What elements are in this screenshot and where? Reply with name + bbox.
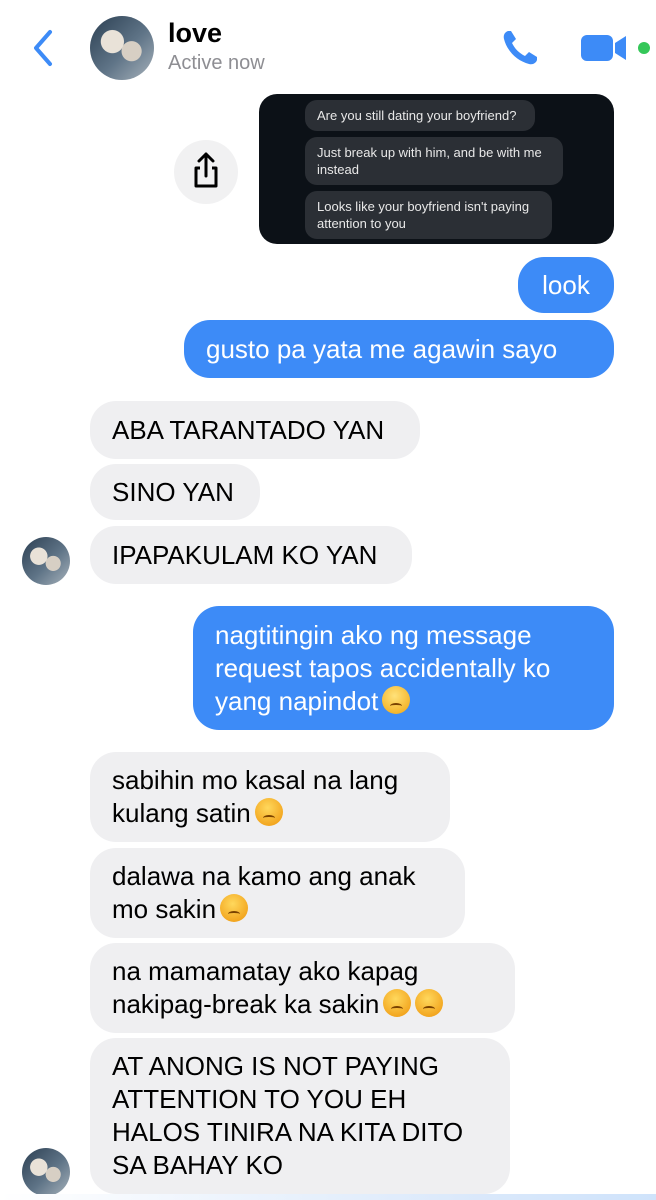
- message-bubble-outgoing[interactable]: nagtitingin ako ng message request tapos…: [193, 606, 614, 730]
- message-text-line: ATTENTION TO YOU EH: [112, 1084, 407, 1114]
- message-text-line: request tapos accidentally ko: [215, 652, 551, 683]
- message-text-line: mo sakin: [112, 893, 443, 926]
- message-bubble-incoming[interactable]: na mamamatay ako kapag nakipag-break ka …: [90, 943, 515, 1033]
- message-bubble-incoming[interactable]: AT ANONG IS NOT PAYING ATTENTION TO YOU …: [90, 1038, 510, 1194]
- message-text-line: dalawa na kamo ang anak: [112, 861, 416, 891]
- message-text: ABA TARANTADO YAN: [112, 414, 385, 445]
- message-text-line: nakipag-break ka sakin: [112, 988, 493, 1021]
- message-text-line: yang napindot: [215, 685, 592, 718]
- share-icon: [194, 152, 218, 188]
- angry-face-icon: [220, 894, 249, 922]
- online-indicator: [638, 42, 650, 54]
- disappointed-face-icon: [382, 685, 411, 714]
- back-button[interactable]: [28, 28, 58, 68]
- call-button[interactable]: [498, 26, 542, 70]
- message-bubble-incoming[interactable]: sabihin mo kasal na lang kulang satin: [90, 752, 450, 842]
- message-text-line: SA BAHAY KO: [112, 1150, 284, 1180]
- message-text-line: AT ANONG IS NOT PAYING: [112, 1051, 439, 1081]
- message-text-line: na mamamatay ako kapag: [112, 956, 419, 986]
- angry-face-icon: [254, 798, 283, 826]
- message-text: IPAPAKULAM KO YAN: [112, 539, 378, 570]
- message-text: SINO YAN: [112, 476, 234, 507]
- message-text-line: kulang satin: [112, 797, 428, 830]
- contact-avatar-small[interactable]: [22, 1148, 70, 1196]
- screenshot-message: Just break up with him, and be with me i…: [305, 137, 563, 185]
- share-button[interactable]: [174, 140, 238, 204]
- message-bubble-incoming[interactable]: ABA TARANTADO YAN: [90, 401, 420, 459]
- message-bubble-incoming[interactable]: SINO YAN: [90, 464, 260, 520]
- message-text: gusto pa yata me agawin sayo: [206, 333, 558, 364]
- chevron-left-icon: [34, 30, 52, 66]
- active-status: Active now: [168, 52, 265, 74]
- contact-avatar[interactable]: [90, 16, 154, 80]
- angry-face-icon: [415, 989, 444, 1017]
- chat-header: love Active now: [0, 0, 656, 90]
- message-text-line: nagtitingin ako ng message: [215, 619, 532, 650]
- message-text: look: [542, 269, 590, 300]
- video-call-button[interactable]: [580, 33, 630, 63]
- message-bubble-incoming[interactable]: IPAPAKULAM KO YAN: [90, 526, 412, 584]
- message-bubble-incoming[interactable]: dalawa na kamo ang anak mo sakin: [90, 848, 465, 938]
- screenshot-message: Looks like your boyfriend isn't paying a…: [305, 191, 552, 239]
- shared-screenshot-image[interactable]: Are you still dating your boyfriend? Jus…: [259, 94, 614, 244]
- phone-icon: [503, 31, 537, 65]
- angry-face-icon: [383, 989, 412, 1017]
- contact-name[interactable]: love: [168, 18, 222, 49]
- message-text-line: HALOS TINIRA NA KITA DITO: [112, 1117, 464, 1147]
- message-bubble-outgoing[interactable]: look: [518, 257, 614, 313]
- bottom-edge: [0, 1194, 656, 1200]
- video-camera-icon: [581, 35, 626, 61]
- message-bubble-outgoing[interactable]: gusto pa yata me agawin sayo: [184, 320, 614, 378]
- screenshot-message: Are you still dating your boyfriend?: [305, 100, 535, 131]
- contact-avatar-small[interactable]: [22, 537, 70, 585]
- message-text-line: sabihin mo kasal na lang: [112, 765, 399, 795]
